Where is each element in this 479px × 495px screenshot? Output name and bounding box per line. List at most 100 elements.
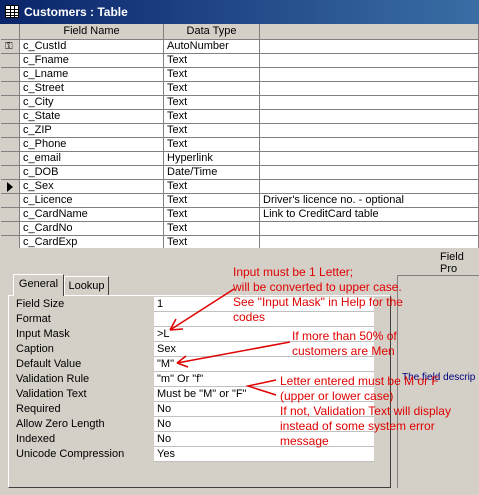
table-row[interactable]: c_Lname Text [1, 68, 479, 82]
table-row[interactable]: c_ZIP Text [1, 124, 479, 138]
header-selector [1, 24, 20, 40]
tab-general[interactable]: General [13, 274, 64, 296]
data-type-cell[interactable]: AutoNumber [164, 40, 260, 54]
data-type-cell[interactable]: Text [164, 236, 260, 248]
table-row[interactable]: c_State Text [1, 110, 479, 124]
description-cell[interactable] [260, 166, 479, 180]
table-row[interactable]: c_Street Text [1, 82, 479, 96]
table-row[interactable]: c_Sex Text [1, 180, 479, 194]
annotation-line: Letter entered must be M or F [280, 374, 439, 388]
property-label: Indexed [16, 433, 56, 445]
property-value-field[interactable]: Yes [154, 447, 374, 462]
table-row[interactable]: c_Licence Text Driver's licence no. - opti… [1, 194, 479, 208]
annotation-line: Input must be 1 Letter; [233, 265, 354, 279]
data-type-cell[interactable]: Date/Time [164, 166, 260, 180]
row-selector[interactable]: ⚿ [1, 40, 20, 54]
data-type-cell[interactable]: Text [164, 68, 260, 82]
table-row[interactable]: c_CardExp Text [1, 236, 479, 248]
description-cell[interactable] [260, 138, 479, 152]
row-selector[interactable] [1, 194, 20, 208]
data-type-cell[interactable]: Hyperlink [164, 152, 260, 166]
row-selector[interactable] [1, 68, 20, 82]
description-cell[interactable] [260, 82, 479, 96]
property-value-field[interactable]: "M" [154, 357, 374, 372]
table-row[interactable]: c_CardNo Text [1, 222, 479, 236]
property-label: Required [16, 403, 61, 415]
field-grid: Field Name Data Type ⚿ c_CustId AutoNumber… [1, 24, 479, 248]
table-row[interactable]: c_DOB Date/Time [1, 166, 479, 180]
field-name-cell[interactable]: c_CardName [20, 208, 164, 222]
table-icon [5, 5, 19, 18]
field-name-cell[interactable]: c_Phone [20, 138, 164, 152]
table-row[interactable]: c_Fname Text [1, 54, 479, 68]
row-selector[interactable] [1, 54, 20, 68]
row-selector[interactable] [1, 208, 20, 222]
field-name-cell[interactable]: c_Licence [20, 194, 164, 208]
annotation-line: See "Input Mask" in Help for the [233, 295, 403, 309]
description-cell[interactable] [260, 236, 479, 248]
row-selector[interactable] [1, 152, 20, 166]
data-type-cell[interactable]: Text [164, 180, 260, 194]
field-name-cell[interactable]: c_Fname [20, 54, 164, 68]
field-name-cell[interactable]: c_Lname [20, 68, 164, 82]
property-label: Input Mask [16, 328, 70, 340]
row-selector[interactable] [1, 166, 20, 180]
description-cell[interactable]: Driver's licence no. - optional [260, 194, 479, 208]
data-type-cell[interactable]: Text [164, 96, 260, 110]
description-cell[interactable] [260, 96, 479, 110]
row-selector[interactable] [1, 222, 20, 236]
field-name-cell[interactable]: c_CustId [20, 40, 164, 54]
description-cell[interactable] [260, 110, 479, 124]
row-selector[interactable] [1, 124, 20, 138]
description-cell[interactable]: Link to CreditCard table [260, 208, 479, 222]
table-row[interactable]: c_City Text [1, 96, 479, 110]
field-name-cell[interactable]: c_Street [20, 82, 164, 96]
annotation-line: codes [233, 310, 266, 324]
row-selector[interactable] [1, 180, 20, 194]
header-description[interactable] [260, 24, 479, 40]
field-name-cell[interactable]: c_City [20, 96, 164, 110]
table-row[interactable]: c_Phone Text [1, 138, 479, 152]
property-label: Format [16, 313, 51, 325]
data-type-cell[interactable]: Text [164, 54, 260, 68]
data-type-cell[interactable]: Text [164, 82, 260, 96]
description-cell[interactable] [260, 40, 479, 54]
grid-header: Field Name Data Type [1, 24, 479, 40]
data-type-cell[interactable]: Text [164, 110, 260, 124]
header-field-name[interactable]: Field Name [20, 24, 164, 40]
description-cell[interactable] [260, 54, 479, 68]
description-cell[interactable] [260, 68, 479, 82]
table-row[interactable]: ⚿ c_CustId AutoNumber [1, 40, 479, 54]
data-type-cell[interactable]: Text [164, 222, 260, 236]
row-selector[interactable] [1, 110, 20, 124]
row-selector[interactable] [1, 138, 20, 152]
field-name-cell[interactable]: c_DOB [20, 166, 164, 180]
field-name-cell[interactable]: c_CardExp [20, 236, 164, 248]
row-selector[interactable] [1, 236, 20, 248]
tab-lookup[interactable]: Lookup [64, 276, 109, 295]
row-selector[interactable] [1, 82, 20, 96]
header-data-type[interactable]: Data Type [164, 24, 260, 40]
data-type-cell[interactable]: Text [164, 124, 260, 138]
field-name-cell[interactable]: c_Sex [20, 180, 164, 194]
current-row-pointer-icon [7, 182, 13, 192]
table-row[interactable]: c_CardName Text Link to CreditCard table [1, 208, 479, 222]
description-cell[interactable] [260, 180, 479, 194]
annotation-default-value: If more than 50% of customers are Men [292, 329, 397, 359]
field-name-cell[interactable]: c_email [20, 152, 164, 166]
table-row[interactable]: c_email Hyperlink [1, 152, 479, 166]
field-properties-label: Field Pro [440, 251, 464, 275]
description-cell[interactable] [260, 152, 479, 166]
property-label: Unicode Compression [16, 448, 125, 460]
description-cell[interactable] [260, 222, 479, 236]
field-name-cell[interactable]: c_State [20, 110, 164, 124]
data-type-cell[interactable]: Text [164, 208, 260, 222]
data-type-cell[interactable]: Text [164, 138, 260, 152]
description-cell[interactable] [260, 124, 479, 138]
field-name-cell[interactable]: c_CardNo [20, 222, 164, 236]
data-type-cell[interactable]: Text [164, 194, 260, 208]
row-selector[interactable] [1, 96, 20, 110]
field-name-cell[interactable]: c_ZIP [20, 124, 164, 138]
annotation-line: If not, Validation Text will display [280, 404, 451, 418]
annotation-validation: Letter entered must be M or F (upper or … [280, 374, 451, 449]
